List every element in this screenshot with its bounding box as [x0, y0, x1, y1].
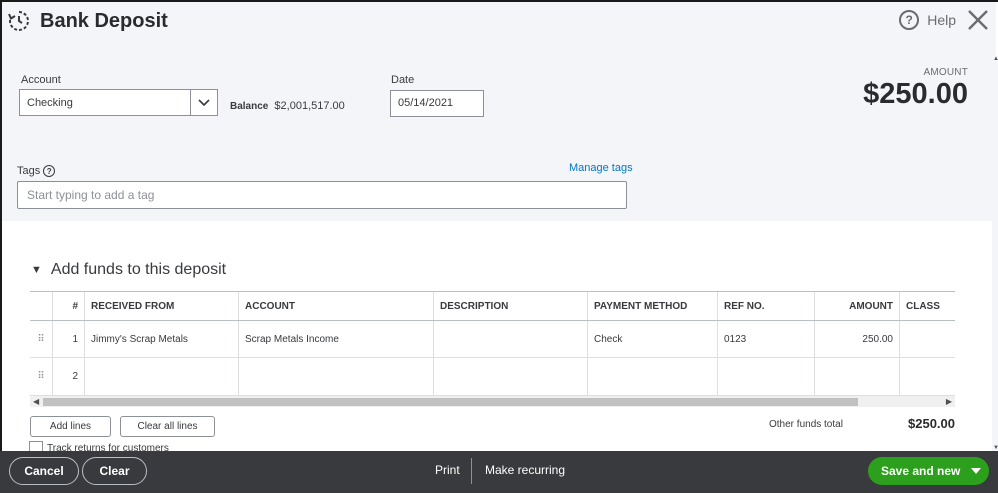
print-button[interactable]: Print	[435, 463, 460, 477]
balance-label: Balance	[230, 101, 269, 112]
account-cell[interactable]: Scrap Metals Income	[239, 321, 434, 357]
tags-input[interactable]: Start typing to add a tag	[17, 181, 627, 209]
class-cell[interactable]	[900, 358, 955, 395]
title-area: Bank Deposit	[8, 8, 168, 34]
header-received-from: RECEIVED FROM	[85, 292, 239, 320]
clear-all-lines-button[interactable]: Clear all lines	[120, 416, 215, 437]
header-num: #	[53, 292, 85, 320]
scroll-up-icon[interactable]: ▲	[993, 56, 998, 62]
scroll-left-icon[interactable]: ◀	[33, 396, 39, 407]
history-icon[interactable]	[8, 10, 30, 32]
drag-handle-icon[interactable]: ⠿	[30, 321, 53, 357]
help-button[interactable]: ? Help	[899, 10, 956, 30]
deposit-table: # RECEIVED FROM ACCOUNT DESCRIPTION PAYM…	[30, 291, 955, 395]
payment-method-cell[interactable]: Check	[588, 321, 718, 357]
amount-cell[interactable]	[815, 358, 900, 395]
save-and-new-label[interactable]: Save and new	[868, 464, 963, 478]
horizontal-scrollbar[interactable]: ◀ ▶	[30, 395, 955, 407]
header-class: CLASS	[906, 300, 940, 312]
cancel-button[interactable]: Cancel	[9, 457, 79, 485]
account-cell[interactable]	[239, 358, 434, 395]
row-num: 1	[53, 321, 85, 357]
account-value: Checking	[27, 96, 73, 109]
section-title-text: Add funds to this deposit	[50, 261, 227, 278]
amount-label: AMOUNT	[923, 67, 968, 78]
class-cell[interactable]	[900, 321, 955, 357]
header-payment-method: PAYMENT METHOD	[588, 292, 718, 320]
tags-label: Tags	[17, 165, 41, 177]
save-and-new-button[interactable]: Save and new	[868, 457, 989, 485]
header-ref-no: REF NO.	[718, 292, 815, 320]
table-row[interactable]: ⠿ 2	[30, 358, 955, 395]
help-label: Help	[927, 12, 956, 28]
tags-help-icon[interactable]: ?	[43, 165, 56, 177]
header-description: DESCRIPTION	[434, 292, 588, 320]
received-from-cell[interactable]: Jimmy's Scrap Metals	[85, 321, 239, 357]
track-returns-checkbox[interactable]	[29, 441, 43, 451]
chevron-down-icon[interactable]	[190, 90, 217, 115]
row-num: 2	[53, 358, 85, 395]
close-icon[interactable]	[966, 8, 990, 32]
date-label: Date	[391, 74, 415, 86]
balance-value: $2,001,517.00	[274, 100, 345, 112]
add-lines-button[interactable]: Add lines	[30, 416, 111, 437]
balance-display: Balance $2,001,517.00	[230, 100, 345, 112]
description-cell[interactable]	[434, 358, 588, 395]
scroll-right-icon[interactable]: ▶	[946, 396, 952, 407]
footer-bar: Cancel Clear Print Make recurring Save a…	[0, 451, 998, 493]
section-title[interactable]: ▼ Add funds to this deposit	[31, 261, 226, 279]
help-icon: ?	[899, 10, 920, 30]
other-funds-label: Other funds total	[769, 419, 843, 430]
payment-method-cell[interactable]	[588, 358, 718, 395]
header-drag	[30, 292, 53, 320]
footer-divider	[471, 458, 472, 484]
manage-tags-link[interactable]: Manage tags	[569, 162, 633, 174]
caret-down-icon[interactable]	[963, 468, 989, 474]
vertical-scrollbar[interactable]: ▲ ▼	[992, 56, 998, 451]
account-label: Account	[21, 74, 61, 86]
track-returns-label: Track returns for customers	[47, 443, 169, 451]
header-account: ACCOUNT	[239, 292, 434, 320]
table-row[interactable]: ⠿ 1 Jimmy's Scrap Metals Scrap Metals In…	[30, 321, 955, 357]
page-title: Bank Deposit	[40, 9, 168, 32]
form-header: Bank Deposit ? Help Account Checking Bal…	[2, 2, 996, 221]
date-input[interactable]: 05/14/2021	[390, 90, 484, 117]
clear-button[interactable]: Clear	[82, 457, 147, 485]
amount-total: $250.00	[863, 78, 968, 110]
drag-handle-icon[interactable]: ⠿	[30, 358, 53, 395]
header-amount: AMOUNT	[815, 292, 900, 320]
ref-no-cell[interactable]: 0123	[718, 321, 815, 357]
collapse-triangle-icon[interactable]: ▼	[31, 264, 42, 276]
other-funds-value: $250.00	[908, 416, 955, 431]
ref-no-cell[interactable]	[718, 358, 815, 395]
scroll-thumb[interactable]	[43, 398, 858, 406]
received-from-cell[interactable]	[85, 358, 239, 395]
account-select[interactable]: Checking	[19, 89, 218, 116]
description-cell[interactable]	[434, 321, 588, 357]
make-recurring-button[interactable]: Make recurring	[485, 463, 565, 477]
tags-label-wrap: Tags ?	[17, 165, 56, 177]
table-header: # RECEIVED FROM ACCOUNT DESCRIPTION PAYM…	[30, 292, 955, 320]
amount-cell[interactable]: 250.00	[815, 321, 900, 357]
